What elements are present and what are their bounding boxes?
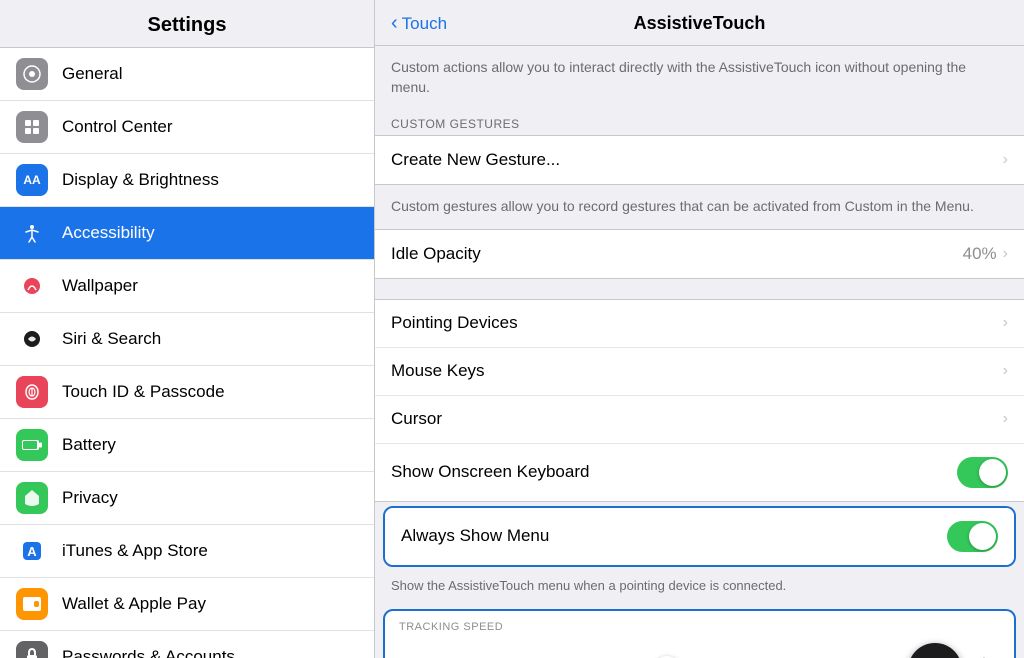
devices-group: Pointing Devices › Mouse Keys › Cursor ›… (375, 299, 1024, 502)
page-title: AssistiveTouch (634, 13, 766, 34)
custom-gestures-note: Custom gestures allow you to record gest… (375, 185, 1024, 229)
idle-opacity-chevron-icon: › (1003, 245, 1008, 263)
always-show-menu-row: Always Show Menu (385, 508, 1014, 565)
itunes-icon: A (16, 535, 48, 567)
passwords-icon (16, 641, 48, 658)
cursor-label: Cursor (391, 409, 1003, 429)
sidebar-item-passwords[interactable]: Passwords & Accounts (0, 631, 374, 658)
touchid-icon (16, 376, 48, 408)
wallpaper-icon (16, 270, 48, 302)
sidebar-title: Settings (16, 14, 358, 37)
show-keyboard-toggle[interactable] (957, 457, 1008, 488)
always-show-menu-knob (969, 523, 996, 550)
battery-label: Battery (62, 435, 116, 455)
speed-knob[interactable] (908, 643, 962, 658)
mouse-keys-row[interactable]: Mouse Keys › (375, 348, 1024, 396)
accessibility-icon (16, 217, 48, 249)
main-header: ‹ Touch AssistiveTouch (375, 0, 1024, 46)
svg-text:A: A (27, 544, 37, 559)
privacy-icon (16, 482, 48, 514)
privacy-label: Privacy (62, 488, 118, 508)
cursor-row[interactable]: Cursor › (375, 396, 1024, 444)
custom-gestures-group: Create New Gesture... › (375, 135, 1024, 185)
intro-text: Custom actions allow you to interact dir… (375, 46, 1024, 109)
idle-opacity-label: Idle Opacity (391, 244, 963, 264)
chevron-right-icon: › (1003, 151, 1008, 169)
back-label: Touch (402, 14, 447, 34)
wallet-icon (16, 588, 48, 620)
tracking-speed-header: TRACKING SPEED (399, 621, 1000, 633)
sidebar-item-wallet[interactable]: Wallet & Apple Pay (0, 578, 374, 631)
create-gesture-label: Create New Gesture... (391, 150, 1003, 170)
passwords-label: Passwords & Accounts (62, 647, 235, 658)
sidebar-item-privacy[interactable]: Privacy (0, 472, 374, 525)
siri-label: Siri & Search (62, 329, 161, 349)
wallet-label: Wallet & Apple Pay (62, 594, 206, 614)
sidebar-item-control-center[interactable]: Control Center (0, 101, 374, 154)
back-chevron-icon: ‹ (391, 12, 398, 35)
sidebar-item-touchid[interactable]: Touch ID & Passcode (0, 366, 374, 419)
sidebar-item-siri[interactable]: Siri & Search (0, 313, 374, 366)
display-label: Display & Brightness (62, 170, 219, 190)
itunes-label: iTunes & App Store (62, 541, 208, 561)
idle-opacity-row[interactable]: Idle Opacity 40% › (375, 230, 1024, 278)
main-panel: ‹ Touch AssistiveTouch Custom actions al… (375, 0, 1024, 658)
siri-icon (16, 323, 48, 355)
mouse-keys-chevron-icon: › (1003, 362, 1008, 380)
show-keyboard-label: Show Onscreen Keyboard (391, 462, 957, 482)
always-show-menu-label: Always Show Menu (401, 526, 947, 546)
main-content: Custom actions allow you to interact dir… (375, 46, 1024, 658)
sidebar-list: General Control Center AA Display & Brightn… (0, 48, 374, 658)
always-show-menu-note: Show the AssistiveTouch menu when a poin… (375, 571, 1024, 605)
create-gesture-row[interactable]: Create New Gesture... › (375, 136, 1024, 184)
sidebar-item-itunes[interactable]: AiTunes & App Store (0, 525, 374, 578)
control-center-label: Control Center (62, 117, 173, 137)
pointing-devices-row[interactable]: Pointing Devices › (375, 300, 1024, 348)
pointing-devices-label: Pointing Devices (391, 313, 1003, 333)
sidebar-item-accessibility[interactable]: Accessibility (0, 207, 374, 260)
mouse-keys-label: Mouse Keys (391, 361, 1003, 381)
slider-row: 🐢 🐇 (399, 643, 1000, 658)
sidebar-item-general[interactable]: General (0, 48, 374, 101)
idle-opacity-group: Idle Opacity 40% › (375, 229, 1024, 279)
custom-gestures-header: CUSTOM GESTURES (375, 109, 1024, 135)
sidebar-item-display[interactable]: AA Display & Brightness (0, 154, 374, 207)
general-label: General (62, 64, 122, 84)
tracking-speed-section: TRACKING SPEED 🐢 🐇 (383, 609, 1016, 658)
wallpaper-label: Wallpaper (62, 276, 138, 296)
pointing-devices-chevron-icon: › (1003, 314, 1008, 332)
display-icon: AA (16, 164, 48, 196)
spacer1 (375, 279, 1024, 299)
general-icon (16, 58, 48, 90)
sidebar: Settings General Control Center AA Display … (0, 0, 375, 658)
always-show-menu-toggle[interactable] (947, 521, 998, 552)
show-keyboard-knob (979, 459, 1006, 486)
accessibility-label: Accessibility (62, 223, 155, 243)
sidebar-item-battery[interactable]: Battery (0, 419, 374, 472)
touchid-label: Touch ID & Passcode (62, 382, 225, 402)
idle-opacity-value: 40% (963, 244, 997, 264)
always-show-menu-highlighted: Always Show Menu (383, 506, 1016, 567)
sidebar-item-wallpaper[interactable]: Wallpaper (0, 260, 374, 313)
battery-icon (16, 429, 48, 461)
show-keyboard-row: Show Onscreen Keyboard (375, 444, 1024, 501)
back-button[interactable]: ‹ Touch (391, 12, 447, 35)
cursor-chevron-icon: › (1003, 410, 1008, 428)
sidebar-header: Settings (0, 0, 374, 48)
control-center-icon (16, 111, 48, 143)
